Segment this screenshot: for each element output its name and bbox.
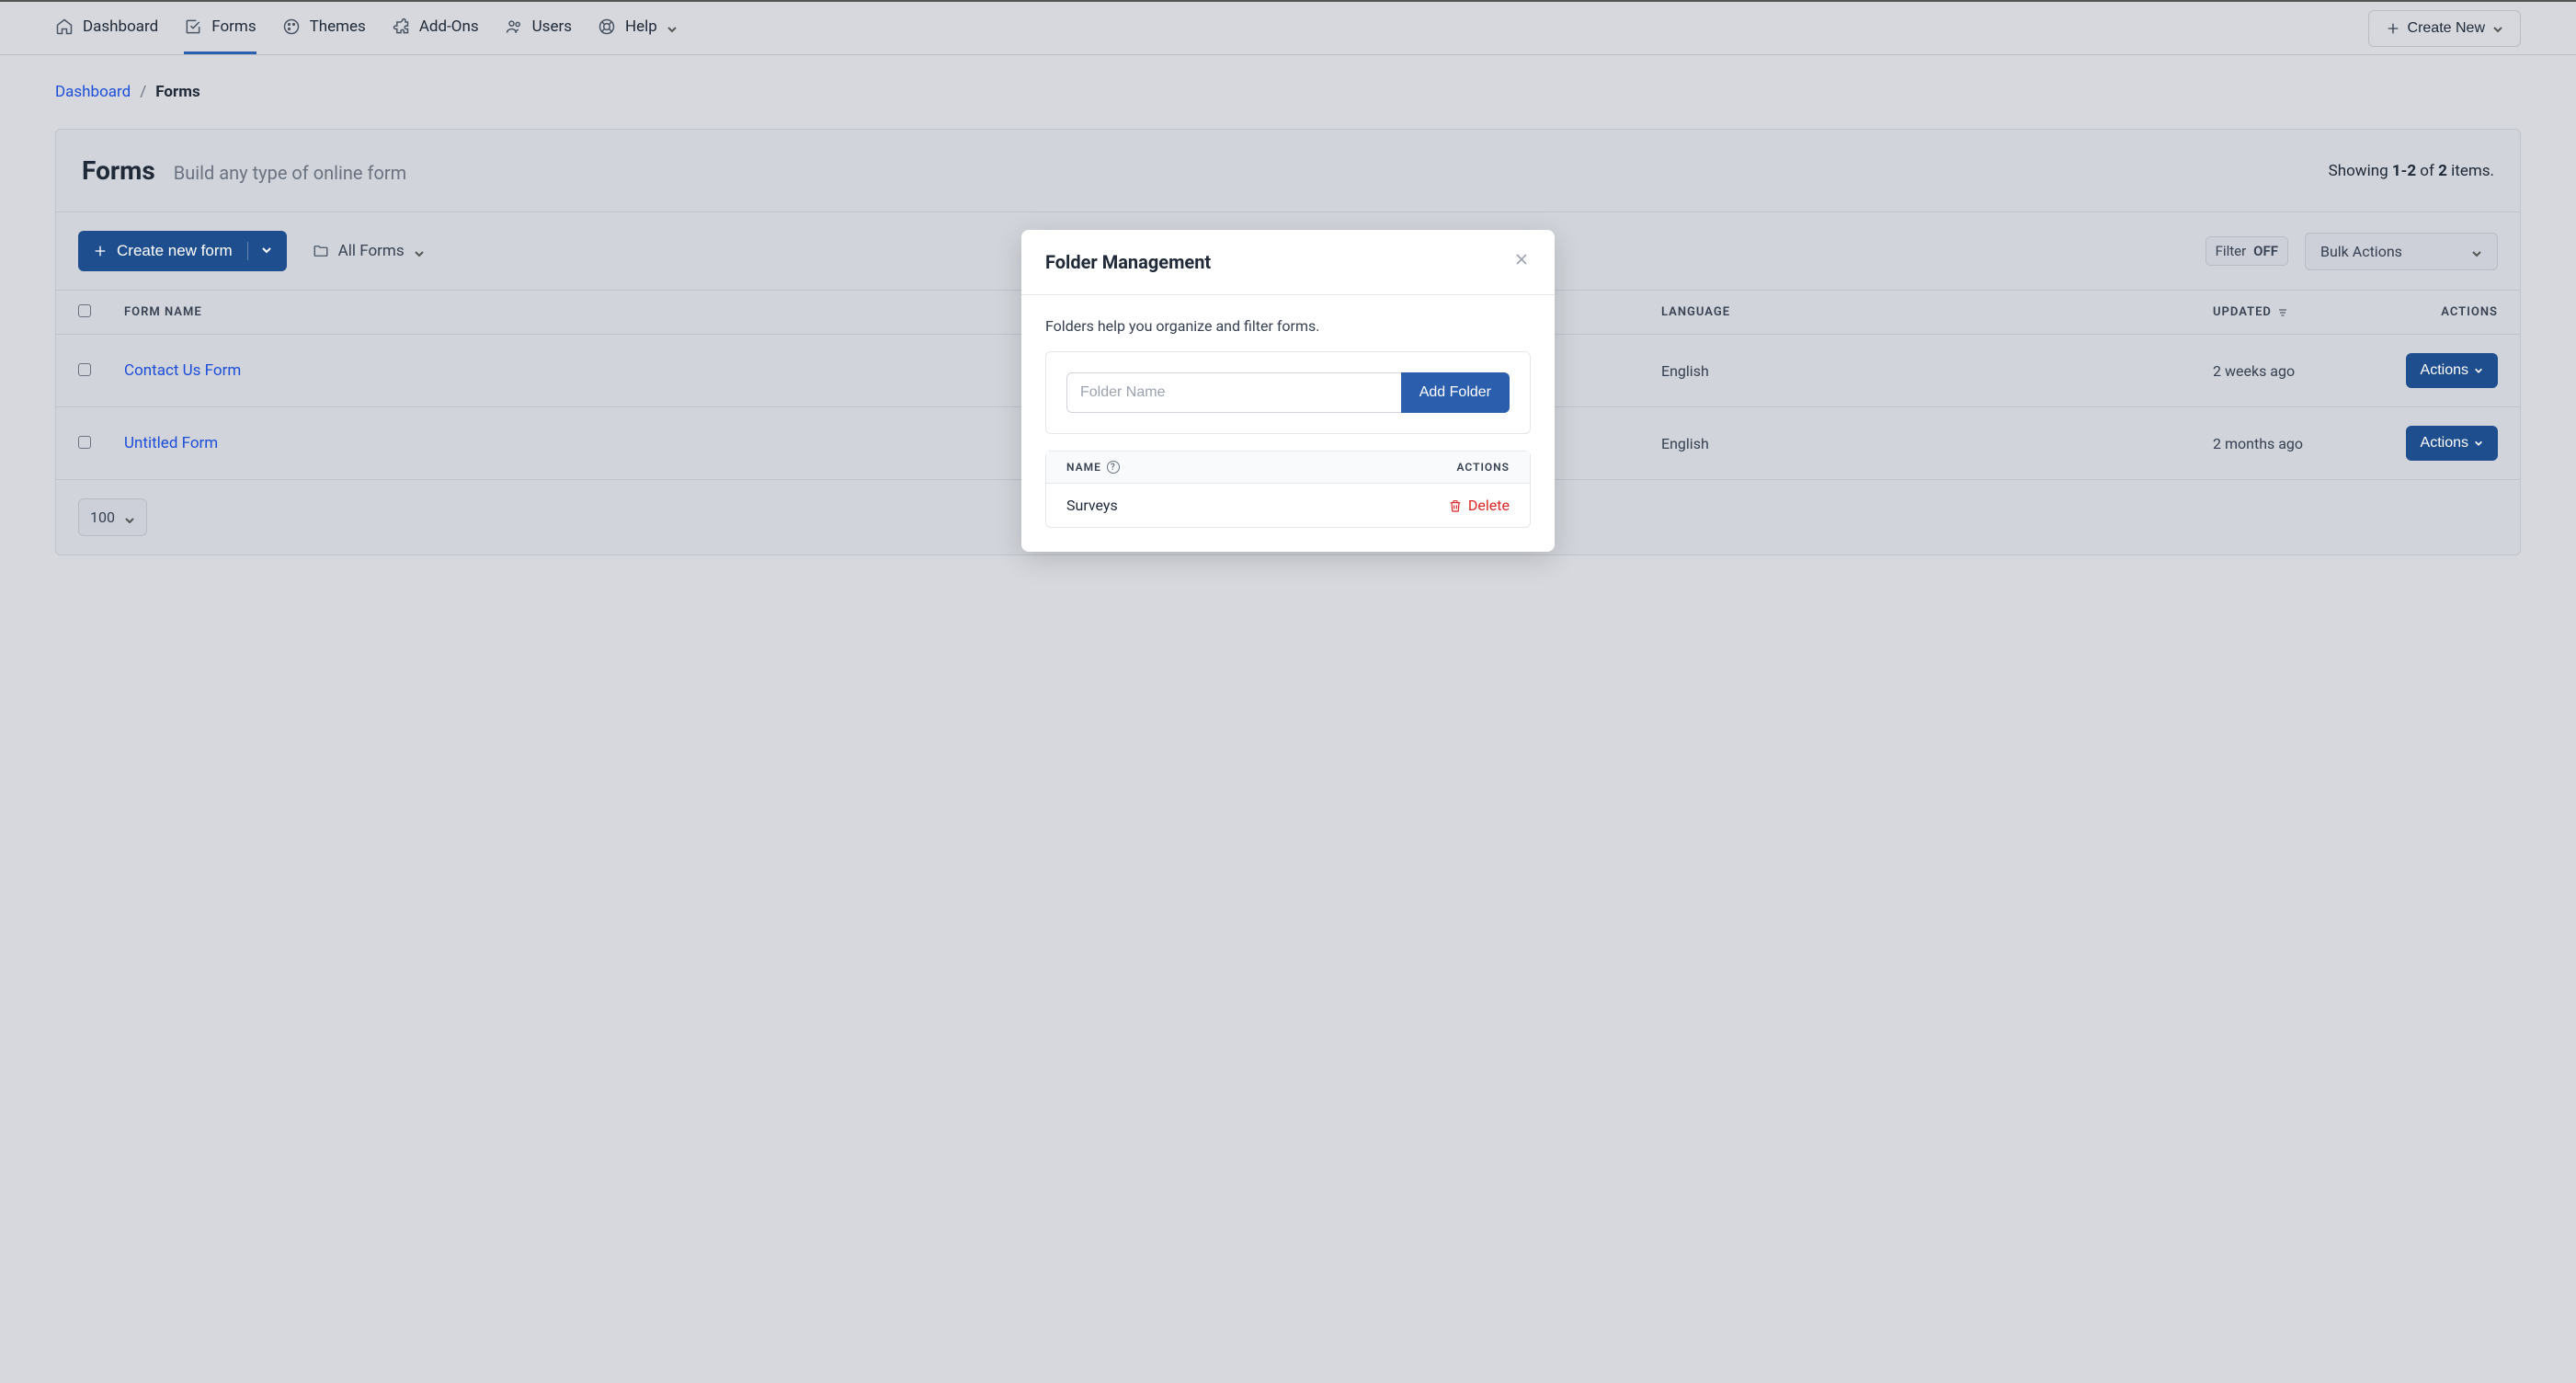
select-all-checkbox[interactable] — [78, 304, 91, 317]
sort-desc-icon — [2277, 307, 2288, 318]
users-icon — [505, 17, 523, 36]
bulk-actions-label: Bulk Actions — [2320, 243, 2402, 260]
form-name-link[interactable]: Contact Us Form — [124, 361, 241, 380]
nav-dashboard[interactable]: Dashboard — [55, 2, 158, 54]
delete-label: Delete — [1468, 497, 1510, 514]
page-size-value: 100 — [90, 509, 115, 526]
nav-label: Dashboard — [83, 17, 158, 36]
page-subtitle: Build any type of online form — [174, 162, 406, 184]
breadcrumb-parent[interactable]: Dashboard — [55, 83, 131, 101]
folder-name[interactable]: Surveys — [1066, 497, 1118, 514]
lifebuoy-icon — [598, 17, 616, 36]
plus-icon — [93, 244, 108, 258]
filter-state: OFF — [2253, 243, 2278, 259]
nav-label: Add-Ons — [419, 17, 479, 36]
chevron-down-icon — [414, 246, 425, 257]
help-icon[interactable]: ? — [1107, 461, 1120, 474]
page-title: Forms — [82, 155, 155, 186]
modal-title: Folder Management — [1045, 251, 1211, 273]
puzzle-icon — [392, 17, 410, 36]
check-square-icon — [184, 17, 202, 36]
th-language[interactable]: Language — [1661, 305, 2213, 319]
nav-label: Users — [532, 17, 572, 36]
row-updated: 2 weeks ago — [2213, 362, 2397, 380]
folder-table: Name ? Actions Surveys Delete — [1045, 451, 1531, 528]
breadcrumb-sep: / — [140, 83, 146, 101]
row-language: English — [1661, 362, 2213, 380]
create-new-button[interactable]: Create New — [2368, 10, 2521, 47]
nav-label: Forms — [211, 17, 256, 36]
th-updated-label: Updated — [2213, 305, 2272, 319]
chevron-down-icon — [2474, 366, 2483, 375]
chevron-down-icon — [124, 512, 135, 523]
top-nav: Dashboard Forms Themes Add-Ons Users Hel… — [0, 0, 2576, 55]
count-of: of — [2416, 162, 2438, 180]
folder-filter-label: All Forms — [338, 242, 405, 260]
row-checkbox[interactable] — [78, 363, 91, 376]
palette-icon — [282, 17, 301, 36]
filter-toggle[interactable]: Filter OFF — [2206, 236, 2288, 266]
breadcrumb: Dashboard / Forms — [55, 83, 2521, 101]
row-language: English — [1661, 435, 2213, 452]
count-prefix: Showing — [2329, 162, 2392, 180]
bulk-actions-select[interactable]: Bulk Actions — [2305, 233, 2498, 270]
folder-th-actions: Actions — [1456, 461, 1510, 474]
create-form-label: Create new form — [117, 242, 233, 260]
plus-icon — [2386, 21, 2400, 36]
chevron-down-icon — [2492, 23, 2503, 34]
nav-forms[interactable]: Forms — [184, 2, 256, 54]
nav-users[interactable]: Users — [505, 2, 572, 54]
create-form-button[interactable]: Create new form — [78, 231, 287, 271]
row-actions-label: Actions — [2421, 435, 2468, 451]
results-count: Showing 1-2 of 2 items. — [2329, 162, 2494, 180]
folder-row: Surveys Delete — [1046, 484, 1530, 527]
nav-label: Help — [625, 17, 657, 36]
delete-folder-link[interactable]: Delete — [1448, 497, 1510, 514]
th-actions: Actions — [2397, 305, 2498, 319]
nav-label: Themes — [310, 17, 366, 36]
trash-icon — [1448, 498, 1463, 513]
nav-addons[interactable]: Add-Ons — [392, 2, 479, 54]
page-size-select[interactable]: 100 — [78, 498, 147, 536]
nav-themes[interactable]: Themes — [282, 2, 366, 54]
row-actions-label: Actions — [2421, 362, 2468, 379]
add-folder-button[interactable]: Add Folder — [1401, 372, 1510, 413]
chevron-down-icon — [667, 21, 678, 32]
folder-th-name: Name — [1066, 461, 1101, 474]
create-new-label: Create New — [2408, 20, 2485, 37]
chevron-down-icon — [2474, 439, 2483, 448]
row-checkbox[interactable] — [78, 436, 91, 449]
breadcrumb-current: Forms — [155, 83, 199, 101]
nav-help[interactable]: Help — [598, 2, 678, 54]
folder-icon — [313, 243, 329, 259]
count-suffix: items. — [2447, 162, 2494, 180]
row-actions-button[interactable]: Actions — [2406, 353, 2498, 388]
chevron-down-icon — [2471, 246, 2482, 257]
row-updated: 2 months ago — [2213, 435, 2397, 452]
th-updated[interactable]: Updated — [2213, 305, 2397, 319]
count-total: 2 — [2438, 162, 2447, 180]
folder-filter[interactable]: All Forms — [313, 242, 425, 260]
add-folder-box: Add Folder — [1045, 351, 1531, 434]
folder-management-modal: Folder Management Folders help you organ… — [1021, 230, 1555, 552]
modal-description: Folders help you organize and filter for… — [1045, 317, 1531, 335]
form-name-link[interactable]: Untitled Form — [124, 434, 218, 452]
row-actions-button[interactable]: Actions — [2406, 426, 2498, 461]
filter-label: Filter — [2216, 243, 2247, 259]
home-icon — [55, 17, 74, 36]
close-icon[interactable] — [1512, 250, 1531, 274]
folder-name-input[interactable] — [1066, 372, 1401, 413]
chevron-down-icon — [247, 242, 272, 260]
count-range: 1-2 — [2392, 162, 2416, 180]
